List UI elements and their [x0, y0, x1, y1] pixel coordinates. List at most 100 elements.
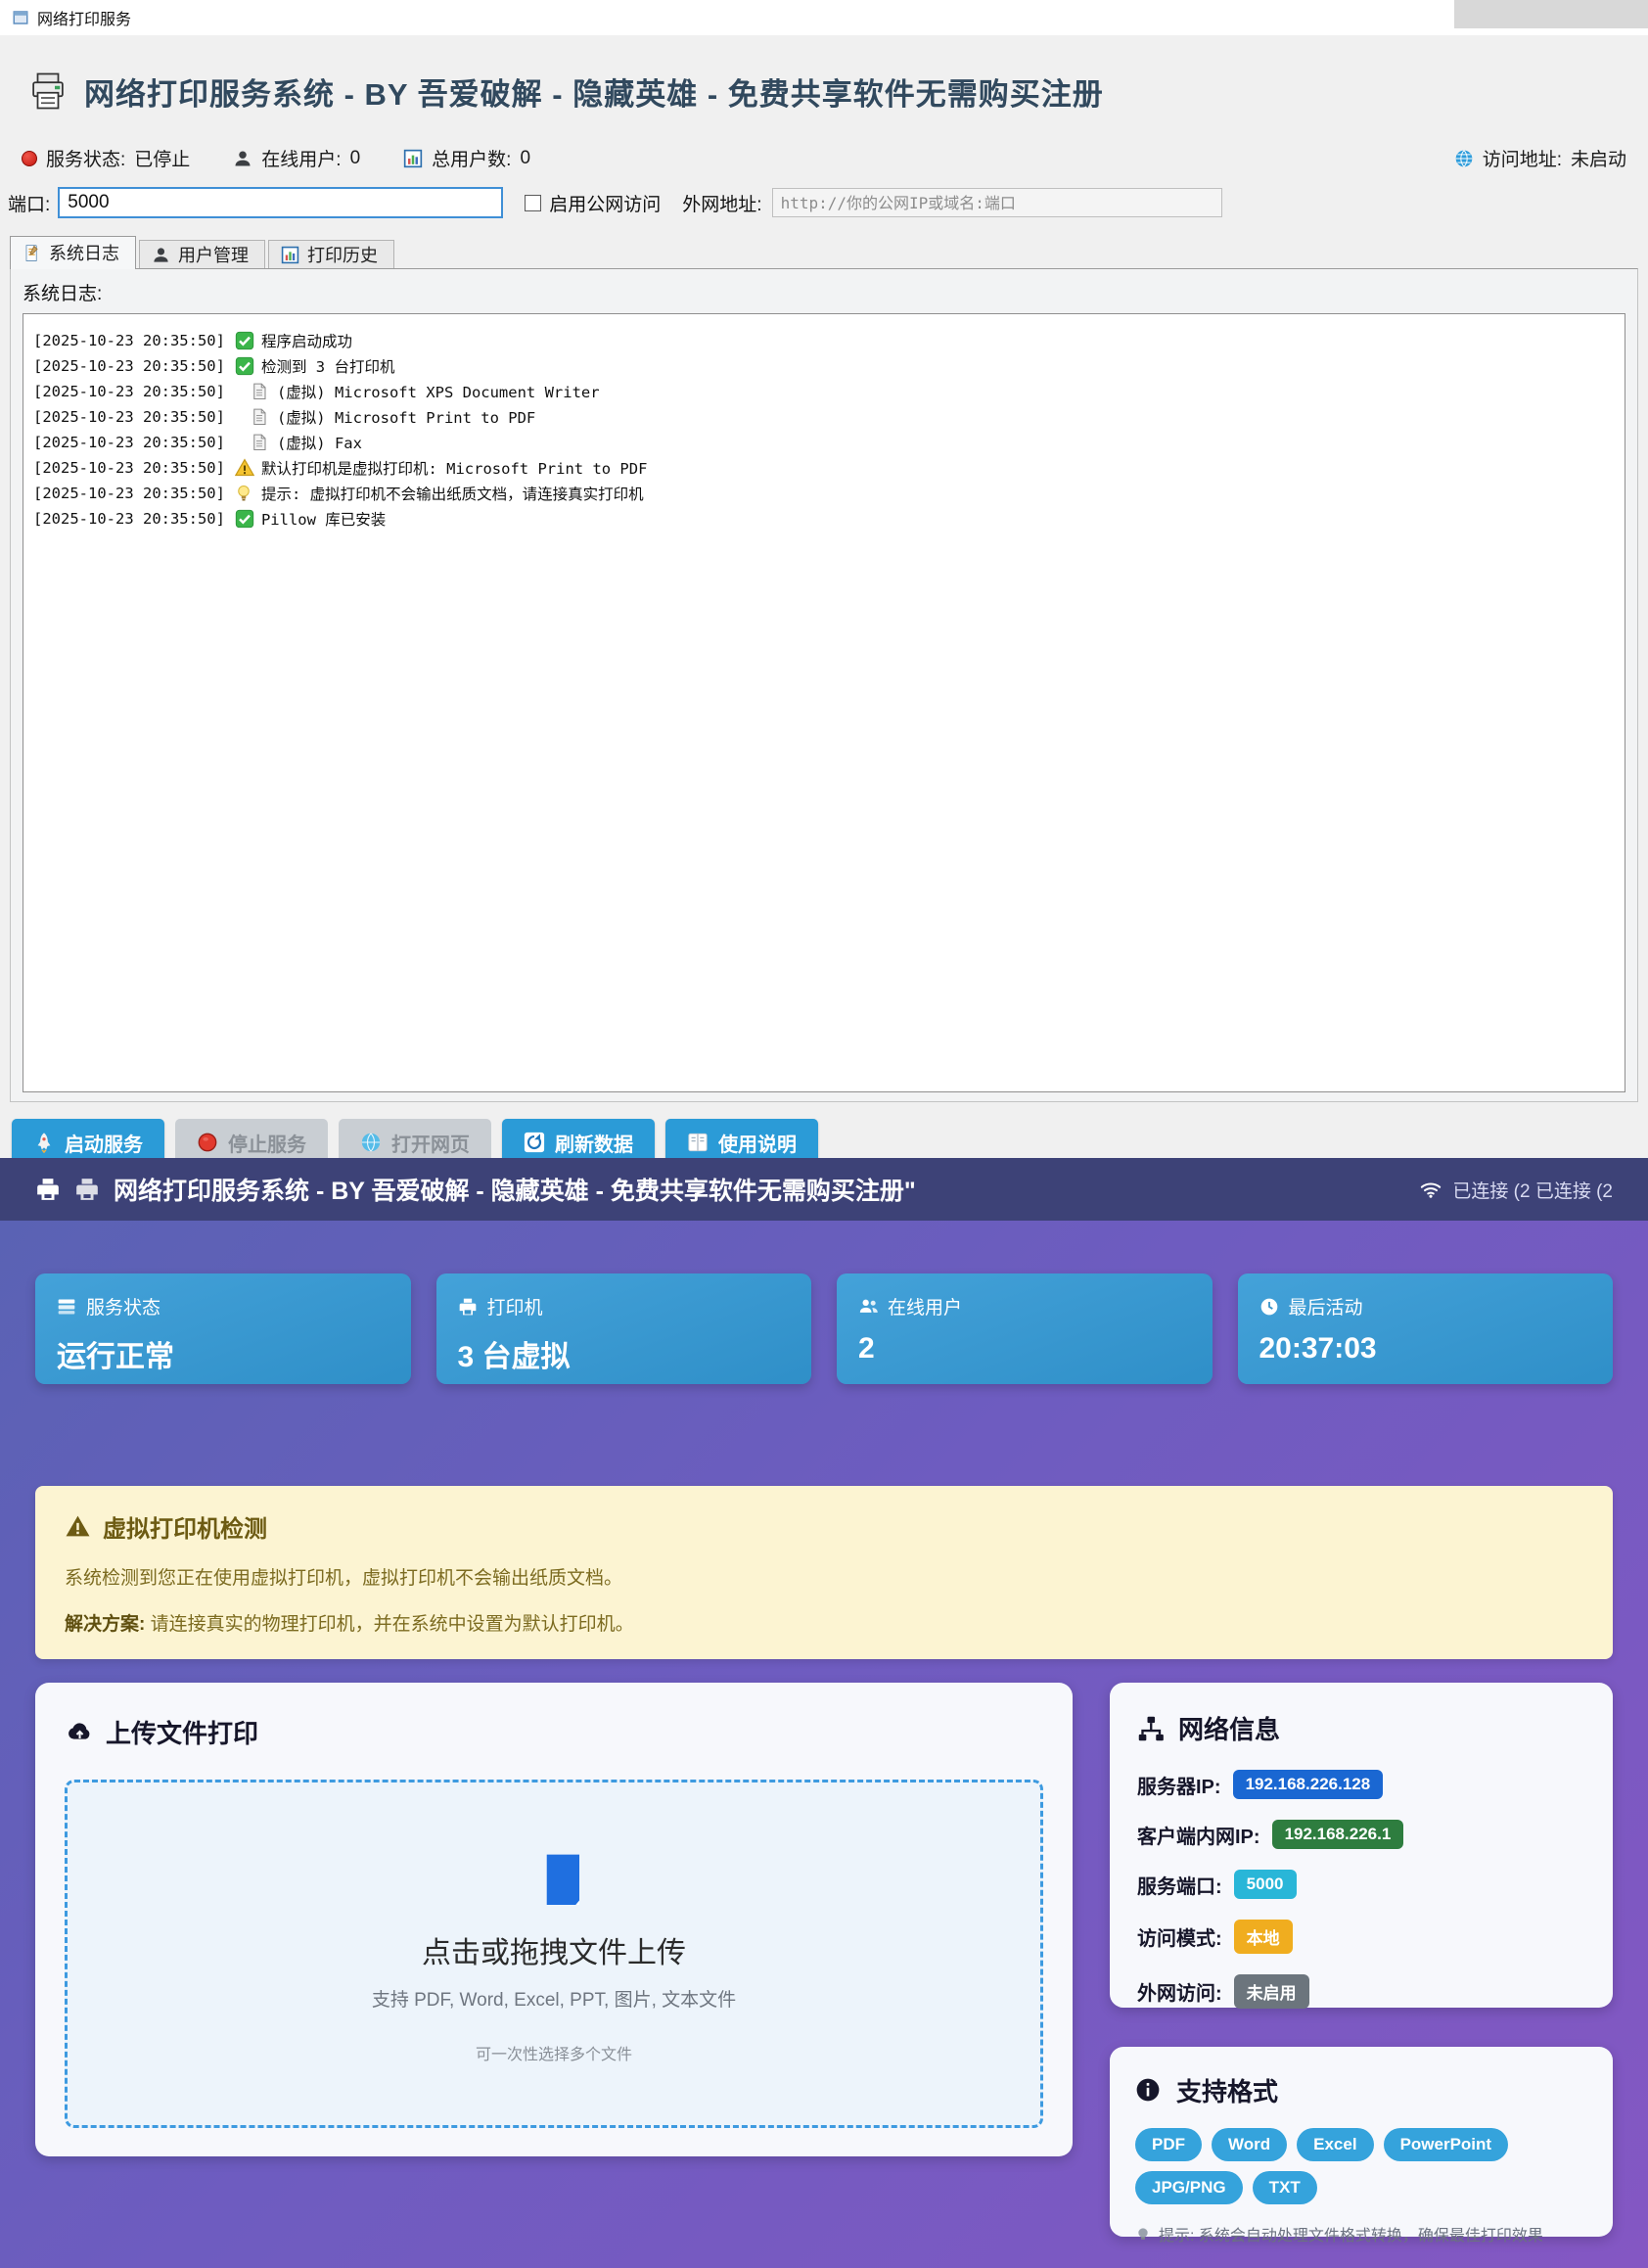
- format-badges: PDFWordExcelPowerPointJPG/PNGTXT: [1135, 2128, 1587, 2204]
- user-icon: [233, 149, 252, 168]
- format-badge: PDF: [1135, 2128, 1202, 2161]
- log-timestamp: [2025-10-23 20:35:50]: [33, 357, 225, 375]
- stat-card-label: 打印机: [487, 1293, 543, 1319]
- web-body: 服务状态运行正常 打印机 3 台虚拟 在线用户2最后活动20:37:03 虚拟打印机检…: [0, 1221, 1648, 2268]
- log-entry: [2025-10-23 20:35:50] (虚拟) Fax: [33, 430, 1615, 455]
- warning-solution-label: 解决方案:: [65, 1614, 145, 1635]
- network-row-label: 服务器IP:: [1137, 1771, 1221, 1799]
- tab-系统日志[interactable]: 系统日志: [10, 236, 136, 269]
- external-address-input[interactable]: [772, 188, 1222, 217]
- printer-icon: [35, 1177, 61, 1202]
- tab-label: 系统日志: [49, 240, 119, 265]
- network-row: 服务器IP: 192.168.226.128: [1137, 1770, 1585, 1799]
- desktop-app-window: 网络打印服务 网络打印服务系统 - BY 吾爱破解 - 隐藏英雄 - 免费共享软…: [0, 0, 1648, 1158]
- log-message: Pillow 库已安装: [261, 508, 386, 530]
- connection-text: 已连接 (2 已连接 (2: [1452, 1177, 1613, 1203]
- log-message: (虚拟) Fax: [277, 432, 362, 453]
- log-doc: [251, 407, 270, 427]
- log-timestamp: [2025-10-23 20:35:50]: [33, 434, 225, 451]
- format-badge: PowerPoint: [1384, 2128, 1509, 2161]
- network-row-badge: 192.168.226.128: [1233, 1770, 1384, 1799]
- network-row: 外网访问: 未启用: [1137, 1974, 1585, 2009]
- clock-card-icon: [1259, 1297, 1279, 1317]
- tab-log-icon: [23, 244, 41, 262]
- log-message: (虚拟) Microsoft Print to PDF: [277, 406, 535, 428]
- bulb-icon: [1135, 2226, 1151, 2242]
- online-users: 在线用户: 0: [233, 145, 360, 171]
- dropzone-formats-text: 支持 PDF, Word, Excel, PPT, 图片, 文本文件: [372, 1985, 736, 2012]
- network-row-label: 客户端内网IP:: [1137, 1821, 1260, 1849]
- warning-title: 虚拟打印机检测: [103, 1509, 267, 1544]
- stat-card-value: 运行正常: [57, 1332, 389, 1375]
- tab-history-icon: [281, 246, 299, 264]
- stat-card-label: 服务状态: [86, 1293, 160, 1319]
- stat-card-value: 3 台虚拟: [458, 1332, 791, 1375]
- online-users-label: 在线用户:: [261, 145, 341, 171]
- log-timestamp: [2025-10-23 20:35:50]: [33, 408, 225, 426]
- window-icon: [12, 9, 29, 26]
- network-row-badge: 未启用: [1234, 1974, 1309, 2009]
- format-badge: Word: [1212, 2128, 1287, 2161]
- connection-status: 已连接 (2 已连接 (2: [1419, 1177, 1613, 1203]
- window-title: 网络打印服务: [37, 6, 131, 29]
- dropzone-note-text: 可一次性选择多个文件: [476, 2041, 632, 2064]
- network-row-label: 服务端口:: [1137, 1871, 1222, 1899]
- printer-card-icon: [458, 1297, 478, 1317]
- system-log-box[interactable]: [2025-10-23 20:35:50]程序启动成功[2025-10-23 2…: [23, 313, 1625, 1092]
- titlebar-corner: [1454, 0, 1648, 28]
- stat-card: 服务状态运行正常: [35, 1273, 411, 1384]
- network-icon: [1137, 1715, 1165, 1742]
- tab-label: 用户管理: [178, 242, 249, 267]
- web-preview: 网络打印服务系统 - BY 吾爱破解 - 隐藏英雄 - 免费共享软件无需购买注册…: [0, 1158, 1648, 2268]
- dropzone-main-text: 点击或拖拽文件上传: [422, 1928, 686, 1971]
- access-address-value: 未启动: [1571, 145, 1626, 171]
- network-info-panel: 网络信息 服务器IP:192.168.226.128客户端内网IP:192.16…: [1110, 1683, 1613, 2008]
- file-upload-icon: [528, 1844, 579, 1905]
- online-users-value: 0: [350, 148, 361, 169]
- stat-card: 在线用户2: [837, 1273, 1213, 1384]
- port-label: 端口:: [8, 190, 50, 216]
- warning-line2: 解决方案: 请连接真实的物理打印机，并在系统中设置为默认打印机。: [65, 1609, 1583, 1636]
- log-message: 检测到 3 台打印机: [261, 355, 395, 377]
- formats-panel: 支持格式 PDFWordExcelPowerPointJPG/PNGTXT 提示…: [1110, 2047, 1613, 2237]
- log-message: 默认打印机是虚拟打印机: Microsoft Print to PDF: [261, 457, 647, 479]
- refresh-icon: [524, 1132, 545, 1153]
- network-row: 访问模式:本地: [1137, 1920, 1585, 1954]
- stat-card: 最后活动20:37:03: [1238, 1273, 1614, 1384]
- public-access-checkbox[interactable]: [525, 195, 541, 211]
- stat-cards: 服务状态运行正常 打印机 3 台虚拟 在线用户2最后活动20:37:03: [35, 1273, 1613, 1384]
- port-input[interactable]: [58, 187, 503, 218]
- public-access-toggle[interactable]: 启用公网访问: [525, 190, 661, 216]
- status-dot-icon: [22, 151, 37, 166]
- network-row-label: 访问模式:: [1137, 1922, 1222, 1951]
- cloud-upload-icon: [65, 1719, 92, 1746]
- right-column: 网络信息 服务器IP:192.168.226.128客户端内网IP:192.16…: [1110, 1683, 1613, 2237]
- stat-card-value: 2: [858, 1332, 1191, 1365]
- virtual-printer-warning: 虚拟打印机检测 系统检测到您正在使用虚拟打印机，虚拟打印机不会输出纸质文档。 解…: [35, 1486, 1613, 1659]
- log-entry: [2025-10-23 20:35:50]默认打印机是虚拟打印机: Micros…: [33, 455, 1615, 481]
- log-entry: [2025-10-23 20:35:50] (虚拟) Microsoft Prin…: [33, 404, 1615, 430]
- tab-打印历史[interactable]: 打印历史: [268, 240, 394, 269]
- chart-icon: [403, 149, 423, 168]
- file-dropzone[interactable]: 点击或拖拽文件上传 支持 PDF, Word, Excel, PPT, 图片, …: [65, 1780, 1043, 2128]
- log-entry: [2025-10-23 20:35:50] 检测到 3 台打印机: [33, 353, 1615, 379]
- upload-panel: 上传文件打印 点击或拖拽文件上传 支持 PDF, Word, Excel, PP…: [35, 1683, 1073, 2156]
- network-row-label: 外网访问:: [1137, 1977, 1222, 2006]
- globe-light-icon: [360, 1132, 382, 1153]
- log-label: 系统日志:: [11, 269, 1637, 313]
- log-message: 提示: 虚拟打印机不会输出纸质文档，请连接真实打印机: [261, 483, 644, 504]
- tab-pane: 系统日志: [2025-10-23 20:35:50]程序启动成功[2025-1…: [10, 268, 1638, 1102]
- tab-用户管理[interactable]: 用户管理: [139, 240, 265, 269]
- log-timestamp: [2025-10-23 20:35:50]: [33, 510, 225, 528]
- formats-tip-text: 提示: 系统会自动处理文件格式转换，确保最佳打印效果: [1159, 2222, 1543, 2245]
- info-icon: [1135, 2077, 1163, 2105]
- format-badge: JPG/PNG: [1135, 2171, 1243, 2204]
- app-header: 网络打印服务系统 - BY 吾爱破解 - 隐藏英雄 - 免费共享软件无需购买注册: [27, 65, 1648, 117]
- log-warn: [235, 458, 254, 478]
- log-entry: [2025-10-23 20:35:50]程序启动成功: [33, 328, 1615, 353]
- access-address: 访问地址: 未启动: [1454, 145, 1626, 171]
- button-label: 打开网页: [391, 1129, 470, 1157]
- window-titlebar: 网络打印服务: [0, 0, 1648, 35]
- log-check: [235, 356, 254, 376]
- formats-tip: 提示: 系统会自动处理文件格式转换，确保最佳打印效果: [1135, 2222, 1587, 2245]
